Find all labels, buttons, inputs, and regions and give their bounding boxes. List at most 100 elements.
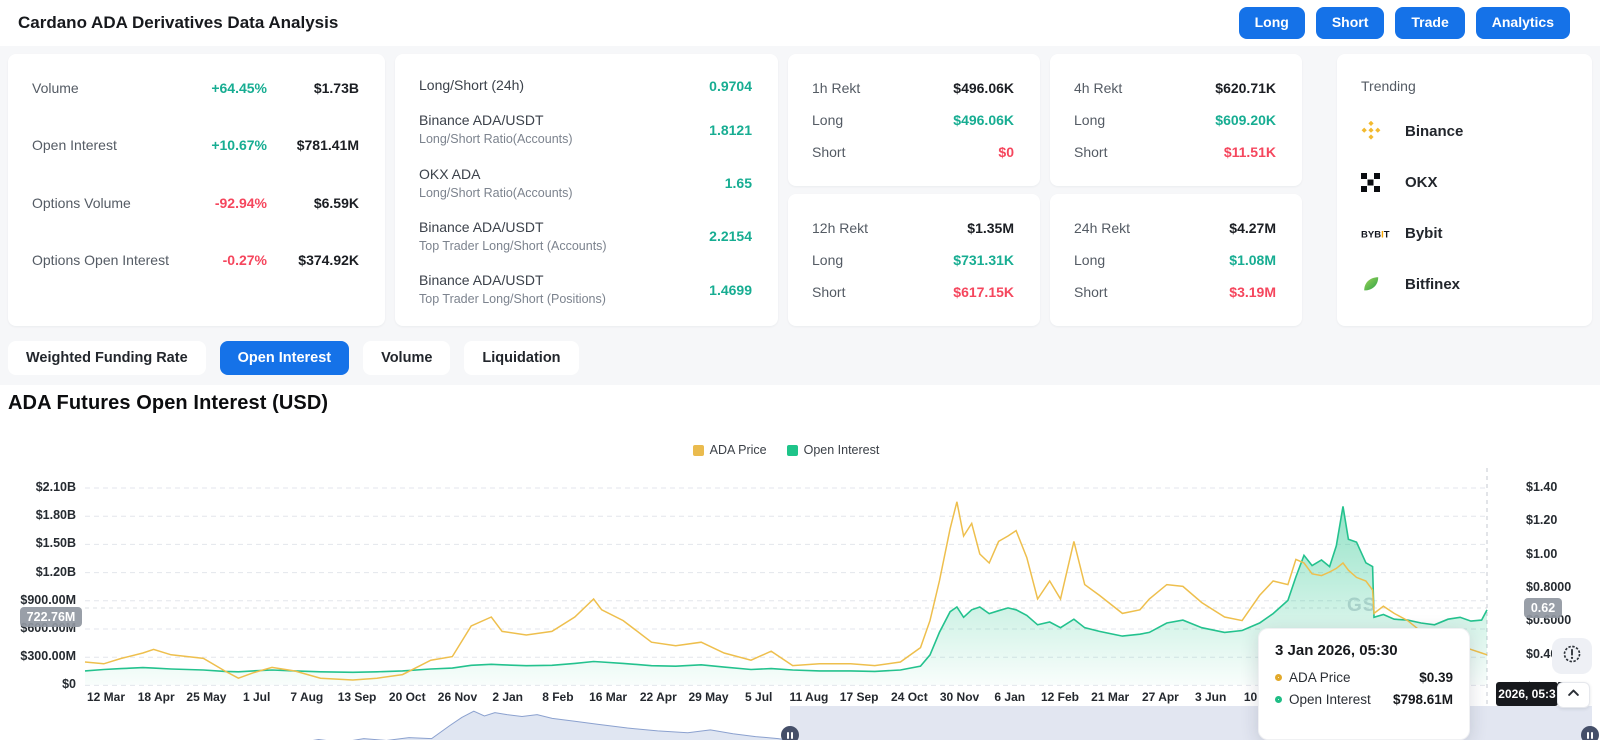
- stats-band: Volume+64.45%$1.73BOpen Interest+10.67%$…: [0, 46, 1600, 385]
- legend-item-open-interest[interactable]: Open Interest: [787, 443, 880, 457]
- right-axis-tick: $1.00: [1526, 547, 1596, 561]
- trending-title: Trending: [1361, 78, 1568, 94]
- overview-row: Options Volume-92.94%$6.59K: [32, 195, 359, 211]
- rekt-total-row: 1h Rekt$496.06K: [812, 80, 1014, 96]
- ratio-title: OKX ADA: [419, 165, 725, 184]
- ratio-title: Long/Short (24h): [419, 76, 709, 95]
- left-axis-tick: $1.50B: [0, 536, 76, 550]
- ratio-title: Binance ADA/USDT: [419, 111, 709, 130]
- bybit-icon: BYBIT: [1361, 227, 1395, 240]
- bitfinex-icon: [1361, 274, 1395, 294]
- rekt-label: 4h Rekt: [1074, 80, 1215, 96]
- legend-label: Open Interest: [804, 443, 880, 457]
- rekt-value: $731.31K: [953, 252, 1014, 268]
- chart-tabs: Weighted Funding Rate Open Interest Volume…: [8, 341, 579, 375]
- ratio-value: 1.4699: [709, 282, 752, 298]
- navigator-right-handle[interactable]: [1581, 726, 1599, 740]
- ratio-label: OKX ADALong/Short Ratio(Accounts): [419, 165, 725, 202]
- metric-label: Options Volume: [32, 195, 185, 211]
- rekt-label: Short: [812, 144, 998, 160]
- rekt-value: $1.35M: [967, 220, 1014, 236]
- rekt-long-row: Long$609.20K: [1074, 112, 1276, 128]
- tab-volume[interactable]: Volume: [363, 341, 450, 375]
- price-crosshair-value-badge: 0.62: [1524, 598, 1562, 618]
- rekt-short-row: Short$3.19M: [1074, 284, 1276, 300]
- rekt-short-row: Short$617.15K: [812, 284, 1014, 300]
- right-axis-tick: $1.40: [1526, 480, 1596, 494]
- series-dot-icon: [1275, 696, 1282, 703]
- rekt-card-1h: 1h Rekt$496.06K Long$496.06K Short$0: [788, 54, 1040, 186]
- metric-value: $6.59K: [267, 195, 359, 211]
- oi-crosshair-value-badge: 722.76M: [20, 607, 82, 627]
- rekt-value: $620.71K: [1215, 80, 1276, 96]
- ratio-label: Binance ADA/USDTTop Trader Long/Short (P…: [419, 271, 709, 308]
- analytics-button[interactable]: Analytics: [1476, 7, 1570, 38]
- trending-item-okx[interactable]: OKX: [1361, 171, 1568, 193]
- tooltip-row: ADA Price$0.39: [1275, 670, 1453, 685]
- overview-row: Open Interest+10.67%$781.41M: [32, 137, 359, 153]
- trending-item-bitfinex[interactable]: Bitfinex: [1361, 273, 1568, 295]
- ratio-value: 1.65: [725, 175, 752, 191]
- left-axis-tick: $1.80B: [0, 508, 76, 522]
- metric-value: $374.92K: [267, 252, 359, 268]
- ratio-title: Binance ADA/USDT: [419, 218, 709, 237]
- exchange-name: Bybit: [1405, 225, 1443, 242]
- trending-card: Trending Binance OKX BYBIT Bybit Bitfinex: [1337, 54, 1592, 326]
- overview-row: Volume+64.45%$1.73B: [32, 80, 359, 96]
- trending-item-bybit[interactable]: BYBIT Bybit: [1361, 222, 1568, 244]
- metric-change: +10.67%: [185, 137, 267, 153]
- rekt-total-row: 12h Rekt$1.35M: [812, 220, 1014, 236]
- legend-swatch-icon: [693, 445, 704, 456]
- exchange-name: Binance: [1405, 123, 1463, 140]
- ratio-label: Long/Short (24h): [419, 76, 709, 95]
- collapse-chart-button[interactable]: [1557, 682, 1590, 708]
- trade-button[interactable]: Trade: [1395, 7, 1464, 38]
- tooltip-series-value: $798.61M: [1393, 692, 1453, 707]
- legend-item-ada-price[interactable]: ADA Price: [693, 443, 767, 457]
- right-axis-tick: $0.8000: [1526, 580, 1596, 594]
- metric-label: Volume: [32, 80, 185, 96]
- rekt-value: $0: [998, 144, 1014, 160]
- ratio-row: Binance ADA/USDTTop Trader Long/Short (P…: [419, 271, 752, 308]
- rekt-label: Long: [1074, 252, 1229, 268]
- rekt-long-row: Long$1.08M: [1074, 252, 1276, 268]
- right-axis-tick: $1.20: [1526, 513, 1596, 527]
- metric-value: $1.73B: [267, 80, 359, 96]
- tooltip-datetime: 3 Jan 2026, 05:30: [1275, 642, 1453, 659]
- metric-label: Open Interest: [32, 137, 185, 153]
- rekt-label: 24h Rekt: [1074, 220, 1229, 236]
- rekt-long-row: Long$731.31K: [812, 252, 1014, 268]
- left-axis-tick: $1.20B: [0, 565, 76, 579]
- metric-change: -92.94%: [185, 195, 267, 211]
- ratio-row: Binance ADA/USDTLong/Short Ratio(Account…: [419, 111, 752, 148]
- okx-icon: [1361, 173, 1395, 192]
- header-buttons: Long Short Trade Analytics: [1239, 7, 1570, 38]
- rekt-label: Long: [1074, 112, 1215, 128]
- metric-change: -0.27%: [185, 252, 267, 268]
- rekt-short-row: Short$0: [812, 144, 1014, 160]
- tab-liquidation[interactable]: Liquidation: [464, 341, 578, 375]
- alert-settings-button[interactable]: [1552, 638, 1592, 674]
- long-button[interactable]: Long: [1239, 7, 1305, 38]
- metric-value: $781.41M: [267, 137, 359, 153]
- rekt-value: $496.06K: [953, 112, 1014, 128]
- rekt-value: $1.08M: [1229, 252, 1276, 268]
- rekt-card-4h: 4h Rekt$620.71KLong$609.20KShort$11.51K: [1050, 54, 1302, 186]
- crosshair-date-badge: 2026, 05:3: [1496, 682, 1558, 706]
- tooltip-series-label: ADA Price: [1289, 670, 1419, 685]
- short-button[interactable]: Short: [1316, 7, 1385, 38]
- navigator-left-handle[interactable]: [781, 726, 799, 740]
- rekt-label: Short: [1074, 144, 1224, 160]
- tooltip-series-label: Open Interest: [1289, 692, 1393, 707]
- ratio-row: Long/Short (24h)0.9704: [419, 76, 752, 95]
- legend-swatch-icon: [787, 445, 798, 456]
- rekt-card-12h: 12h Rekt$1.35M Long$731.31K Short$617.15K: [788, 194, 1040, 326]
- tooltip-row: Open Interest$798.61M: [1275, 692, 1453, 707]
- tab-weighted-funding-rate[interactable]: Weighted Funding Rate: [8, 341, 206, 375]
- trending-list: Binance OKX BYBIT Bybit Bitfinex: [1361, 120, 1568, 295]
- tab-open-interest[interactable]: Open Interest: [220, 341, 349, 375]
- trending-item-binance[interactable]: Binance: [1361, 120, 1568, 142]
- section-title: ADA Futures Open Interest (USD): [8, 392, 328, 415]
- rekt-long-row: Long$496.06K: [812, 112, 1014, 128]
- tooltip-series-value: $0.39: [1419, 670, 1453, 685]
